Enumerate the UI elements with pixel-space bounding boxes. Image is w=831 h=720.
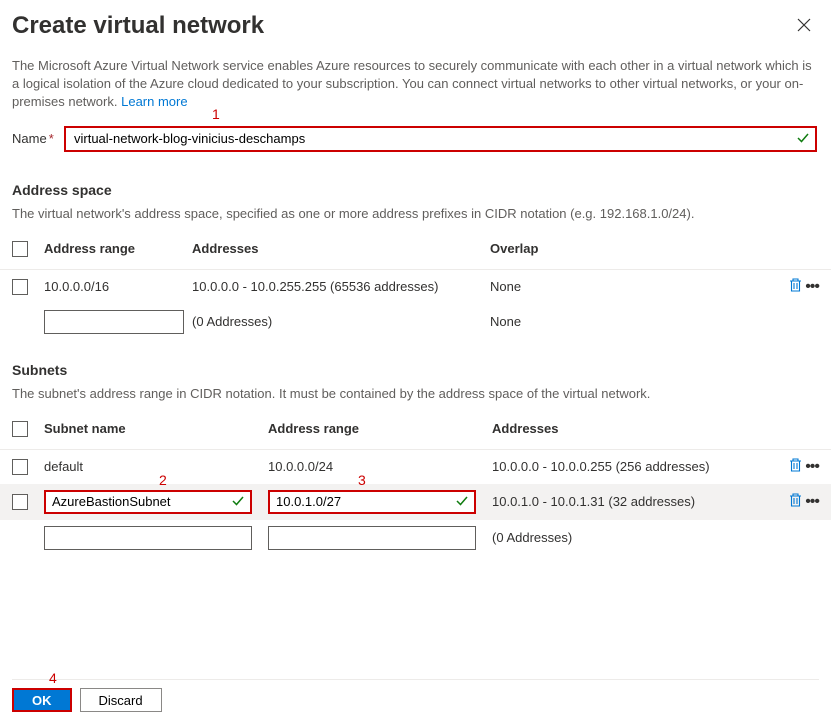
subnets-table: Subnet name Address range Addresses defa… <box>0 411 831 556</box>
checkmark-icon <box>797 131 809 147</box>
name-label: Name* <box>12 131 64 146</box>
ok-button[interactable]: OK <box>12 688 72 712</box>
callout-3: 3 <box>358 472 366 488</box>
address-space-title: Address space <box>0 160 831 202</box>
col-header-addresses: Addresses <box>192 241 490 256</box>
more-icon[interactable]: ••• <box>805 494 819 510</box>
address-range-cell: 10.0.0.0/16 <box>44 279 192 294</box>
subnet-range-input[interactable] <box>268 490 476 514</box>
learn-more-link[interactable]: Learn more <box>121 94 187 109</box>
subnets-desc: The subnet's address range in CIDR notat… <box>0 382 831 411</box>
close-icon[interactable] <box>793 12 815 41</box>
name-input[interactable] <box>64 126 817 152</box>
subnet-name-cell: default <box>44 459 268 474</box>
callout-1: 1 <box>212 106 220 122</box>
new-subnet-range-input[interactable] <box>268 526 476 550</box>
subnets-title: Subnets <box>0 340 831 382</box>
select-all-checkbox[interactable] <box>12 241 28 257</box>
row-checkbox[interactable] <box>12 494 28 510</box>
col-header-overlap: Overlap <box>490 241 775 256</box>
select-all-checkbox[interactable] <box>12 421 28 437</box>
subnet-addresses-cell: 10.0.1.0 - 10.0.1.31 (32 addresses) <box>492 494 775 509</box>
table-row: 10.0.0.0/16 10.0.0.0 - 10.0.255.255 (655… <box>0 270 831 304</box>
overlap-cell: None <box>490 314 775 329</box>
address-space-table: Address range Addresses Overlap 10.0.0.0… <box>0 231 831 340</box>
table-row-new: (0 Addresses) <box>0 520 831 556</box>
col-header-subnet-range: Address range <box>268 421 492 436</box>
col-header-range: Address range <box>44 241 192 256</box>
delete-icon[interactable] <box>789 458 802 476</box>
row-checkbox[interactable] <box>12 459 28 475</box>
col-header-subnet-name: Subnet name <box>44 421 268 436</box>
checkmark-icon <box>456 494 468 510</box>
new-address-range-input[interactable] <box>44 310 184 334</box>
subnet-addresses-cell: (0 Addresses) <box>492 530 775 545</box>
delete-icon[interactable] <box>789 493 802 511</box>
page-title: Create virtual network <box>12 12 264 40</box>
table-row-new: (0 Addresses) None <box>0 304 831 340</box>
more-icon[interactable]: ••• <box>805 279 819 295</box>
address-space-desc: The virtual network's address space, spe… <box>0 202 831 231</box>
table-row: 2 3 10.0.1.0 - 10.0.1.31 (32 addresses) … <box>0 484 831 520</box>
subnet-name-input[interactable] <box>44 490 252 514</box>
subnet-addresses-cell: 10.0.0.0 - 10.0.0.255 (256 addresses) <box>492 459 775 474</box>
subnet-range-cell: 10.0.0.0/24 <box>268 459 492 474</box>
more-icon[interactable]: ••• <box>805 459 819 475</box>
discard-button[interactable]: Discard <box>80 688 162 712</box>
delete-icon[interactable] <box>789 278 802 296</box>
table-row: default 10.0.0.0/24 10.0.0.0 - 10.0.0.25… <box>0 450 831 484</box>
checkmark-icon <box>232 494 244 510</box>
new-subnet-name-input[interactable] <box>44 526 252 550</box>
callout-2: 2 <box>159 472 167 488</box>
addresses-cell: (0 Addresses) <box>192 314 490 329</box>
col-header-subnet-addresses: Addresses <box>492 421 775 436</box>
row-checkbox[interactable] <box>12 279 28 295</box>
overlap-cell: None <box>490 279 775 294</box>
description-text: The Microsoft Azure Virtual Network serv… <box>0 49 831 116</box>
addresses-cell: 10.0.0.0 - 10.0.255.255 (65536 addresses… <box>192 279 490 294</box>
callout-4: 4 <box>49 670 57 686</box>
